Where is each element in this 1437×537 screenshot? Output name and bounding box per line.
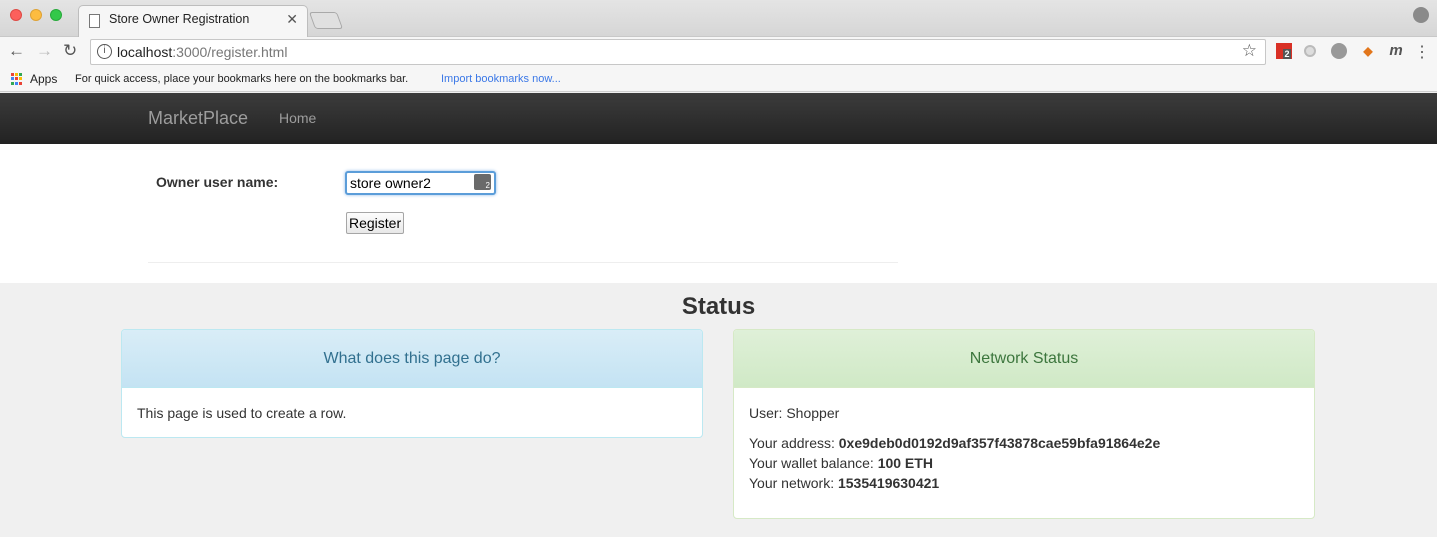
address-bar[interactable]: i localhost:3000/register.html ☆ xyxy=(90,39,1266,65)
registration-form: Owner user name: 2 Register xyxy=(0,144,1437,283)
network-label: Your network: xyxy=(749,475,838,491)
apps-grid-icon[interactable] xyxy=(11,73,23,85)
reload-icon[interactable]: ↻ xyxy=(63,41,77,61)
info-icon[interactable]: i xyxy=(97,44,112,59)
info-panel-text: This page is used to create a row. xyxy=(137,405,347,421)
extension-m-icon[interactable]: m xyxy=(1388,43,1404,59)
page-icon xyxy=(89,14,100,28)
new-tab-button[interactable] xyxy=(308,12,344,29)
network-panel-body: User: Shopper Your address: 0xe9deb0d019… xyxy=(734,388,1314,508)
import-bookmarks-link[interactable]: Import bookmarks now... xyxy=(441,73,561,85)
network-status-panel: Network Status User: Shopper Your addres… xyxy=(733,329,1315,519)
register-button[interactable]: Register xyxy=(346,212,405,234)
address-label: Your address: xyxy=(749,435,839,451)
status-heading: Status xyxy=(681,293,756,320)
bookmarks-bar: Apps For quick access, place your bookma… xyxy=(0,67,1437,92)
metamask-fox-icon[interactable]: ◆ xyxy=(1360,43,1376,59)
minimize-window-button[interactable] xyxy=(30,9,42,21)
browser-toolbar: ← → ↻ i localhost:3000/register.html ☆ 2… xyxy=(0,37,1437,67)
maximize-window-button[interactable] xyxy=(50,9,62,21)
brand-link[interactable]: MarketPlace xyxy=(148,108,248,129)
close-window-button[interactable] xyxy=(10,9,22,21)
bookmark-star-icon[interactable]: ☆ xyxy=(1242,41,1257,61)
balance-line: Your wallet balance: 100 ETH xyxy=(749,453,1299,473)
info-panel-heading: What does this page do? xyxy=(122,330,702,388)
tab-title: Store Owner Registration xyxy=(109,12,250,26)
owner-username-label: Owner user name: xyxy=(156,174,279,190)
app-navbar: MarketPlace Home xyxy=(0,93,1437,144)
browser-tab[interactable]: Store Owner Registration ✕ xyxy=(78,5,308,37)
nav-home-link[interactable]: Home xyxy=(279,110,316,126)
extension-badge-icon[interactable]: 2 xyxy=(1276,43,1292,59)
user-line: User: Shopper xyxy=(749,405,840,421)
address-line: Your address: 0xe9deb0d0192d9af357f43878… xyxy=(749,433,1299,453)
address-value: 0xe9deb0d0192d9af357f43878cae59bfa91864e… xyxy=(838,435,1161,451)
back-arrow-icon[interactable]: ← xyxy=(8,41,25,61)
extension-badge-count: 2 xyxy=(1283,49,1291,59)
browser-menu-icon[interactable]: ⋮ xyxy=(1414,42,1430,62)
info-panel-body: This page is used to create a row. xyxy=(122,388,702,438)
url-text: localhost:3000/register.html xyxy=(117,44,287,60)
close-tab-icon[interactable]: ✕ xyxy=(286,11,298,28)
balance-label: Your wallet balance: xyxy=(749,455,878,471)
apps-link[interactable]: Apps xyxy=(30,72,57,86)
url-host: localhost xyxy=(117,44,173,60)
form-divider xyxy=(148,262,898,263)
network-panel-heading: Network Status xyxy=(734,330,1314,388)
url-path: :3000/register.html xyxy=(172,44,288,60)
forward-arrow-icon[interactable]: → xyxy=(36,41,53,61)
info-panel: What does this page do? This page is use… xyxy=(121,329,703,438)
extension-globe-icon[interactable] xyxy=(1331,43,1347,59)
extension-circle-icon[interactable] xyxy=(1304,45,1316,57)
browser-tab-bar: Store Owner Registration ✕ xyxy=(0,0,1437,37)
bookmarks-hint: For quick access, place your bookmarks h… xyxy=(75,73,409,85)
network-line: Your network: 1535419630421 xyxy=(749,473,1299,493)
network-value: 1535419630421 xyxy=(837,475,940,491)
balance-value: 100 ETH xyxy=(877,455,933,471)
profile-icon[interactable] xyxy=(1413,7,1429,23)
password-manager-icon[interactable]: 2 xyxy=(474,174,491,190)
